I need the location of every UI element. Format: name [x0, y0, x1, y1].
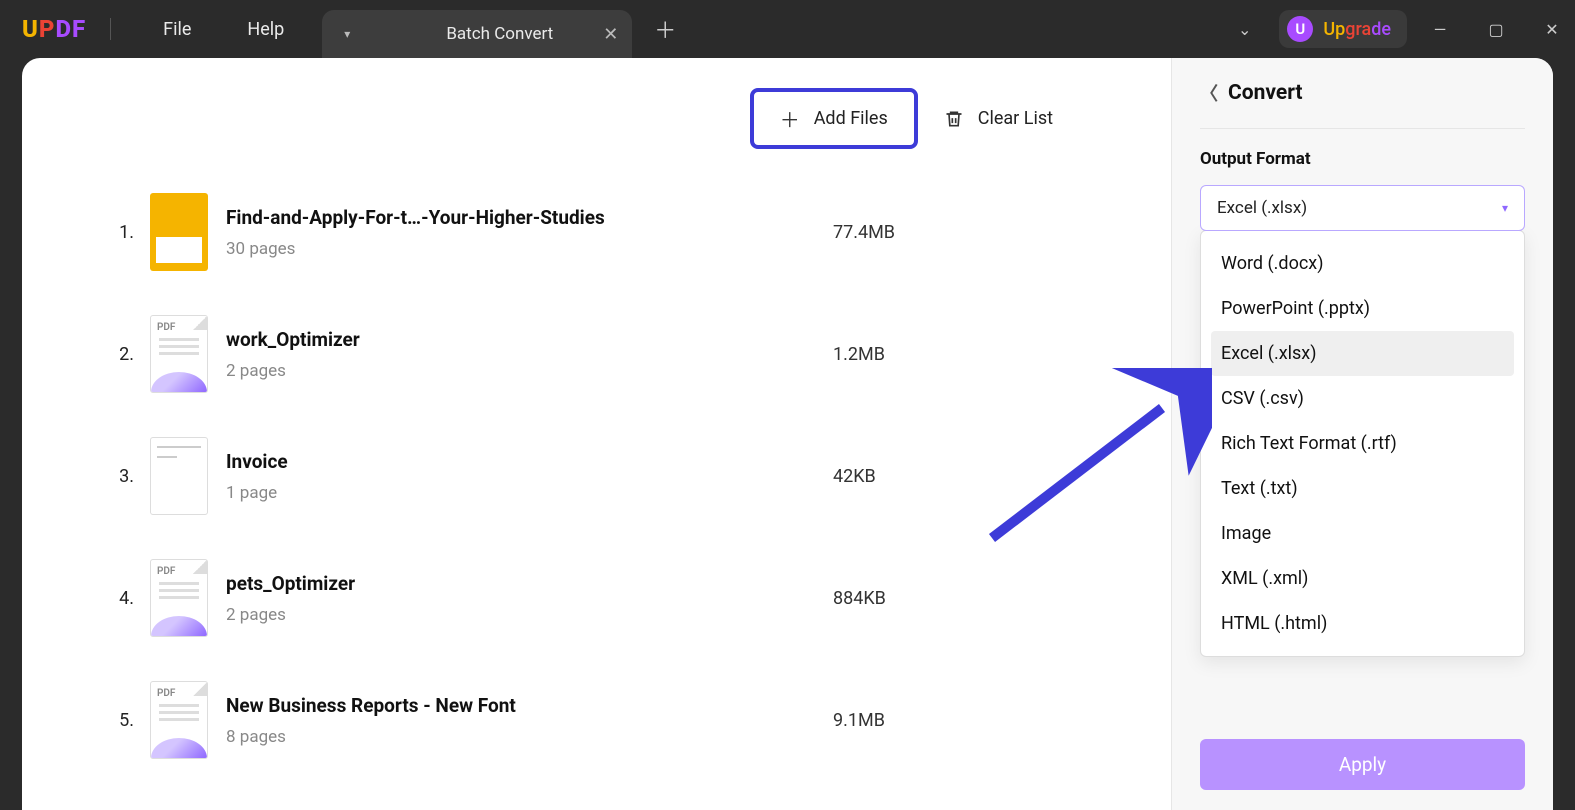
- file-index: 5.: [104, 710, 134, 731]
- file-index: 2.: [104, 344, 134, 365]
- file-name: work_Optimizer: [226, 328, 833, 351]
- file-meta: Invoice 1 page: [226, 450, 833, 503]
- plus-icon: ＋: [780, 104, 800, 133]
- file-meta: Find-and-Apply-For-t…-Your-Higher-Studie…: [226, 206, 833, 259]
- divider: [1200, 128, 1525, 129]
- file-row[interactable]: 4. pets_Optimizer 2 pages884KB: [104, 537, 1123, 659]
- tab-batch-convert[interactable]: ▾ Batch Convert ✕: [322, 10, 632, 58]
- file-pages: 8 pages: [226, 727, 833, 747]
- file-list: 1. Find-and-Apply-For-t…-Your-Higher-Stud…: [104, 171, 1123, 781]
- dropdown-option[interactable]: CSV (.csv): [1211, 376, 1514, 421]
- avatar: U: [1287, 16, 1313, 42]
- actions-row: ＋ Add Files Clear List: [104, 88, 1053, 149]
- side-panel: 〈 Convert Output Format Excel (.xlsx) ▾ …: [1171, 58, 1553, 810]
- file-size: 77.4MB: [833, 222, 943, 243]
- file-row[interactable]: 2. work_Optimizer 2 pages1.2MB: [104, 293, 1123, 415]
- file-thumbnail: [150, 681, 208, 759]
- divider: [110, 18, 111, 40]
- panel-header: 〈 Convert: [1200, 80, 1525, 106]
- file-row[interactable]: 3. Invoice 1 page42KB: [104, 415, 1123, 537]
- file-pages: 2 pages: [226, 605, 833, 625]
- new-tab-button[interactable]: ＋: [632, 13, 698, 45]
- file-thumbnail: [150, 315, 208, 393]
- file-size: 1.2MB: [833, 344, 943, 365]
- panel-title: Convert: [1228, 81, 1303, 105]
- dropdown-option[interactable]: Rich Text Format (.rtf): [1211, 421, 1514, 466]
- file-name: New Business Reports - New Font: [226, 694, 833, 717]
- output-format-dropdown: Word (.docx)PowerPoint (.pptx)Excel (.xl…: [1200, 230, 1525, 657]
- file-pages: 1 page: [226, 483, 833, 503]
- dropdown-option[interactable]: Text (.txt): [1211, 466, 1514, 511]
- chevron-down-icon: ▾: [1502, 201, 1508, 215]
- dropdown-option[interactable]: PowerPoint (.pptx): [1211, 286, 1514, 331]
- file-size: 9.1MB: [833, 710, 943, 731]
- add-files-button[interactable]: ＋ Add Files: [750, 88, 918, 149]
- file-name: pets_Optimizer: [226, 572, 833, 595]
- file-thumbnail: [150, 193, 208, 271]
- file-size: 884KB: [833, 588, 943, 609]
- dropdown-option[interactable]: Image: [1211, 511, 1514, 556]
- dropdown-option[interactable]: Excel (.xlsx): [1211, 331, 1514, 376]
- dropdown-option[interactable]: Word (.docx): [1211, 241, 1514, 286]
- upgrade-label: Upgrade: [1323, 19, 1391, 40]
- file-pages: 2 pages: [226, 361, 833, 381]
- top-bar: UPDF File Help ▾ Batch Convert ✕ ＋ ⌄ U U…: [0, 0, 1575, 58]
- tab-close-icon[interactable]: ✕: [603, 24, 618, 45]
- app-logo: UPDF: [22, 15, 86, 43]
- output-format-select[interactable]: Excel (.xlsx) ▾: [1200, 185, 1525, 231]
- close-icon[interactable]: ✕: [1529, 0, 1575, 58]
- menu-file[interactable]: File: [135, 19, 219, 40]
- maximize-icon[interactable]: ▢: [1473, 0, 1519, 58]
- file-meta: New Business Reports - New Font 8 pages: [226, 694, 833, 747]
- file-index: 3.: [104, 466, 134, 487]
- top-right-controls: ⌄ U Upgrade — ▢ ✕: [1220, 0, 1575, 58]
- upgrade-button[interactable]: U Upgrade: [1279, 10, 1407, 48]
- back-icon[interactable]: 〈: [1200, 80, 1218, 106]
- file-thumbnail: [150, 559, 208, 637]
- add-files-label: Add Files: [814, 108, 888, 129]
- trash-icon: [944, 108, 964, 130]
- file-size: 42KB: [833, 466, 943, 487]
- file-index: 4.: [104, 588, 134, 609]
- dropdown-option[interactable]: XML (.xml): [1211, 556, 1514, 601]
- file-meta: work_Optimizer 2 pages: [226, 328, 833, 381]
- file-meta: pets_Optimizer 2 pages: [226, 572, 833, 625]
- file-area: ＋ Add Files Clear List 1. Find-and-Apply-…: [22, 58, 1171, 810]
- file-row[interactable]: 5. New Business Reports - New Font 8 pages…: [104, 659, 1123, 781]
- minimize-icon[interactable]: —: [1417, 0, 1463, 58]
- file-name: Invoice: [226, 450, 833, 473]
- chevron-down-icon[interactable]: ⌄: [1220, 20, 1269, 39]
- menu-help[interactable]: Help: [219, 19, 312, 40]
- apply-button[interactable]: Apply: [1200, 739, 1525, 790]
- workspace: ＋ Add Files Clear List 1. Find-and-Apply-…: [22, 58, 1553, 810]
- file-index: 1.: [104, 222, 134, 243]
- clear-list-label: Clear List: [978, 108, 1053, 129]
- file-pages: 30 pages: [226, 239, 833, 259]
- output-format-label: Output Format: [1200, 149, 1525, 169]
- tab-title: Batch Convert: [408, 24, 591, 44]
- file-thumbnail: [150, 437, 208, 515]
- clear-list-button[interactable]: Clear List: [944, 108, 1053, 130]
- file-name: Find-and-Apply-For-t…-Your-Higher-Studie…: [226, 206, 833, 229]
- dropdown-option[interactable]: HTML (.html): [1211, 601, 1514, 646]
- tab-dropdown-icon[interactable]: ▾: [344, 27, 350, 41]
- selected-format: Excel (.xlsx): [1217, 198, 1307, 218]
- file-row[interactable]: 1. Find-and-Apply-For-t…-Your-Higher-Stud…: [104, 171, 1123, 293]
- tabs: ▾ Batch Convert ✕ ＋: [322, 0, 698, 58]
